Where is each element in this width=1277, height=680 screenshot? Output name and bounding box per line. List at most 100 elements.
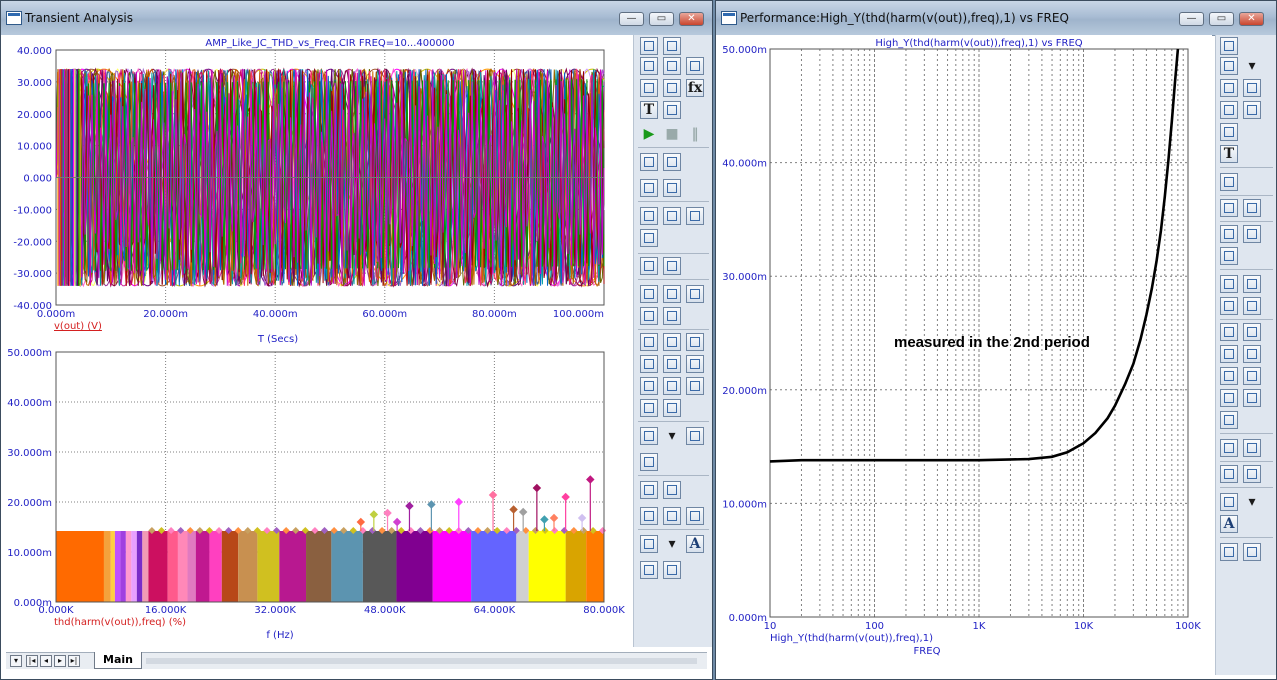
close-button[interactable]: ✕ <box>1239 12 1264 26</box>
valley-icon[interactable] <box>663 333 681 351</box>
function-icon[interactable]: fx <box>686 79 704 97</box>
copy-plot-icon[interactable] <box>640 561 658 579</box>
align-icon[interactable] <box>640 481 658 499</box>
layout-icon[interactable] <box>1220 493 1238 511</box>
stepping-icon[interactable] <box>1220 199 1238 217</box>
select-mode-icon[interactable] <box>1220 37 1238 55</box>
tracker-vertical-icon[interactable] <box>1220 123 1238 141</box>
tokens-icon[interactable] <box>1243 439 1261 457</box>
add-grid-icon[interactable] <box>663 257 681 275</box>
close-button[interactable]: ✕ <box>679 12 704 26</box>
low-icon[interactable] <box>640 355 658 373</box>
high-icon[interactable] <box>686 333 704 351</box>
zoom-fit-icon[interactable] <box>686 507 704 525</box>
cursor-x-icon[interactable] <box>1220 275 1238 293</box>
properties-icon[interactable] <box>663 207 681 225</box>
transient-plot[interactable]: AMP_Like_JC_THD_vs_Freq.CIR FREQ=10...40… <box>1 35 633 345</box>
text-tool-icon[interactable]: T <box>640 101 658 119</box>
font-icon[interactable]: A <box>1220 515 1238 533</box>
graph-style-icon[interactable] <box>640 207 658 225</box>
first-sheet-button[interactable]: |◂ <box>26 655 38 667</box>
chevron-down-icon[interactable]: ▾ <box>663 535 681 553</box>
fit-icon[interactable] <box>640 179 658 197</box>
stop-icon[interactable]: ■ <box>663 125 681 143</box>
valley-icon[interactable] <box>1243 323 1261 341</box>
data-points-icon[interactable] <box>1243 79 1261 97</box>
zoom-out-icon[interactable] <box>1243 465 1261 483</box>
data-points-icon[interactable] <box>663 57 681 75</box>
zoom-box-icon[interactable] <box>663 179 681 197</box>
low-icon[interactable] <box>1243 345 1261 363</box>
cursor-list-icon[interactable] <box>640 307 658 325</box>
multi-cursor-icon[interactable] <box>640 399 658 417</box>
tracker-icon[interactable] <box>640 79 658 97</box>
output-icon[interactable] <box>686 427 704 445</box>
high-icon[interactable] <box>1220 345 1238 363</box>
sheet-tab-main[interactable]: Main <box>94 652 142 669</box>
horizontal-tracker-icon[interactable] <box>1243 101 1261 119</box>
numeric-output-icon[interactable] <box>640 453 658 471</box>
scale-icon[interactable] <box>1220 79 1238 97</box>
cursor-search-icon[interactable] <box>1243 297 1261 315</box>
graph-style-icon[interactable] <box>1220 225 1238 243</box>
peak-icon[interactable] <box>640 333 658 351</box>
last-sheet-button[interactable]: ▸| <box>68 655 80 667</box>
scale-icon[interactable] <box>640 57 658 75</box>
grid-icon[interactable] <box>686 207 704 225</box>
horizontal-scrollbar[interactable] <box>146 658 697 664</box>
minimize-button[interactable]: — <box>619 12 644 26</box>
slope-icon[interactable] <box>663 377 681 395</box>
global-low-icon[interactable] <box>640 377 658 395</box>
peak-icon[interactable] <box>1220 323 1238 341</box>
copy-icon[interactable] <box>640 427 658 445</box>
cursor-y-icon[interactable] <box>1243 275 1261 293</box>
cursor-y-icon[interactable] <box>663 285 681 303</box>
chevron-down-icon[interactable]: ▾ <box>663 427 681 445</box>
previous-sheet-button[interactable]: ◂ <box>40 655 52 667</box>
font-icon[interactable]: A <box>686 535 704 553</box>
layout-icon[interactable] <box>640 535 658 553</box>
restore-button[interactable]: ▭ <box>649 12 674 26</box>
horizontal-tracker-icon[interactable] <box>663 79 681 97</box>
paste-icon[interactable] <box>1220 57 1238 75</box>
minus-grid-icon[interactable] <box>640 257 658 275</box>
global-low-icon[interactable] <box>1220 389 1238 407</box>
align-icon[interactable] <box>1220 439 1238 457</box>
paste-icon[interactable] <box>663 37 681 55</box>
inflection-icon[interactable] <box>1220 367 1238 385</box>
minimize-button[interactable]: — <box>1179 12 1204 26</box>
copy-data-icon[interactable] <box>1243 543 1261 561</box>
thd-plot[interactable]: 0.000K 16.000K 32.000K 48.000K 64.000K 80.000… <box>1 345 633 645</box>
tracker-icon[interactable] <box>1220 101 1238 119</box>
pause-icon[interactable]: ‖ <box>686 125 704 143</box>
step-next-icon[interactable] <box>1243 199 1261 217</box>
cursor-find-icon[interactable] <box>686 285 704 303</box>
zoom-in-icon[interactable] <box>640 507 658 525</box>
next-sheet-button[interactable]: ▸ <box>54 655 66 667</box>
inflection-icon[interactable] <box>663 355 681 373</box>
copy-data-icon[interactable] <box>663 561 681 579</box>
global-high-icon[interactable] <box>686 355 704 373</box>
multi-cursor-icon[interactable] <box>1220 411 1238 429</box>
next-sim-icon[interactable] <box>686 377 704 395</box>
grid-icon[interactable] <box>1220 247 1238 265</box>
zoom-out-icon[interactable] <box>663 507 681 525</box>
token-icon[interactable] <box>686 57 704 75</box>
step-next-icon[interactable] <box>663 153 681 171</box>
text-tool-icon[interactable]: T <box>1220 145 1238 163</box>
trace-icon[interactable] <box>663 399 681 417</box>
cursor-x-icon[interactable] <box>640 285 658 303</box>
select-mode-icon[interactable] <box>640 37 658 55</box>
zoom-in-icon[interactable] <box>1220 465 1238 483</box>
tokens-icon[interactable] <box>663 481 681 499</box>
tag-icon[interactable] <box>1220 173 1238 191</box>
cursor-find-icon[interactable] <box>1220 297 1238 315</box>
global-high-icon[interactable] <box>1243 367 1261 385</box>
performance-plot[interactable]: High_Y(thd(harm(v(out)),freq),1) vs FREQ… <box>716 35 1212 659</box>
stepping-icon[interactable] <box>640 153 658 171</box>
slope-icon[interactable] <box>1243 389 1261 407</box>
restore-button[interactable]: ▭ <box>1209 12 1234 26</box>
chevron-down-icon[interactable]: ▾ <box>1243 493 1261 511</box>
properties-icon[interactable] <box>1243 225 1261 243</box>
chevron-down-icon[interactable]: ▾ <box>1243 57 1261 75</box>
